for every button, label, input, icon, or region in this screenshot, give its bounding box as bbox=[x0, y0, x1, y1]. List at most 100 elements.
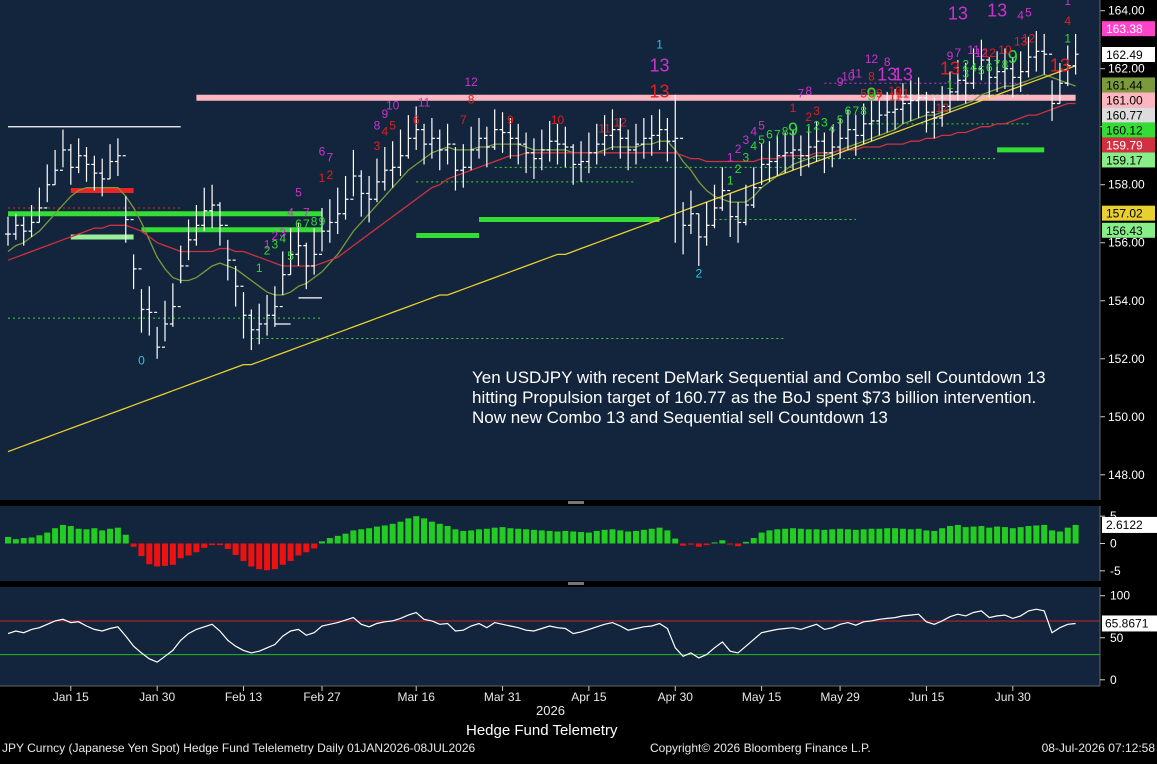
histogram-bar bbox=[452, 529, 459, 544]
histogram-bar bbox=[735, 543, 742, 547]
histogram-bar bbox=[381, 525, 388, 544]
demark-count-label: 8 bbox=[311, 214, 318, 228]
demark-count-label: 12 bbox=[464, 75, 478, 89]
histogram-bar bbox=[562, 530, 569, 544]
histogram-axis-label: 0 bbox=[1110, 537, 1117, 551]
histogram-bar bbox=[939, 528, 946, 544]
demark-count-label: 5 bbox=[295, 185, 302, 199]
histogram-bar bbox=[782, 528, 789, 544]
histogram-bar bbox=[585, 532, 592, 544]
histogram-bar bbox=[224, 543, 231, 549]
demark-count-label: 6 bbox=[413, 113, 420, 127]
demark-count-label: 5 bbox=[1025, 6, 1032, 20]
demark-count-label: 7 bbox=[460, 113, 467, 127]
histogram-bar bbox=[303, 543, 310, 553]
histogram-bar bbox=[507, 528, 514, 544]
histogram-bar bbox=[75, 528, 82, 544]
histogram-bar bbox=[334, 535, 341, 544]
demark-count-label: 13 bbox=[650, 56, 670, 76]
price-axis-label: 154.00 bbox=[1108, 294, 1145, 308]
histogram-bar bbox=[986, 527, 993, 544]
histogram-bar bbox=[5, 536, 11, 544]
histogram-bar bbox=[915, 528, 922, 544]
demark-count-label: 4 bbox=[970, 61, 977, 75]
x-axis-label: Jun 30 bbox=[995, 690, 1031, 704]
demark-count-label: 4 bbox=[1017, 8, 1024, 22]
price-tag-label: 156.43 bbox=[1106, 224, 1143, 238]
price-tag-label: 159.79 bbox=[1106, 138, 1143, 152]
histogram-bar bbox=[797, 528, 804, 544]
histogram-bar bbox=[1033, 525, 1040, 544]
histogram-bar bbox=[373, 526, 380, 544]
histogram-bar bbox=[530, 529, 537, 544]
x-axis-label: Jan 15 bbox=[53, 690, 89, 704]
demark-count-label: 1 bbox=[805, 122, 812, 136]
histogram-bar bbox=[1049, 530, 1056, 544]
demark-count-label: 3 bbox=[743, 151, 750, 165]
price-axis-label: 152.00 bbox=[1108, 352, 1145, 366]
demark-count-label: 6 bbox=[845, 104, 852, 118]
demark-count-label: 7 bbox=[303, 206, 310, 220]
histogram-bar bbox=[852, 529, 859, 544]
demark-count-label: 13 bbox=[948, 3, 968, 23]
demark-count-label: 1 bbox=[1064, 0, 1071, 8]
demark-count-label: 7 bbox=[852, 104, 859, 118]
histogram-bar bbox=[397, 521, 404, 544]
demark-count-label: 8 bbox=[805, 84, 812, 98]
histogram-bar bbox=[1017, 527, 1024, 544]
histogram-bar bbox=[491, 527, 498, 544]
histogram-bar bbox=[436, 523, 443, 544]
histogram-axis-label: -5 bbox=[1110, 564, 1121, 578]
histogram-bar bbox=[83, 529, 90, 544]
oscillator-axis-label: 100 bbox=[1110, 589, 1130, 603]
price-tag-label: 163.38 bbox=[1106, 22, 1143, 36]
demark-count-label: 1 bbox=[256, 261, 263, 275]
histogram-bar bbox=[444, 526, 451, 544]
demark-count-label: 12 bbox=[1022, 32, 1036, 46]
demark-count-label: 5 bbox=[389, 119, 396, 133]
histogram-bar bbox=[994, 526, 1001, 544]
demark-count-label: 1 bbox=[727, 151, 734, 165]
panel-resize-handle[interactable] bbox=[568, 501, 584, 504]
oscillator-value-label: 65.8671 bbox=[1105, 616, 1149, 630]
demark-count-label: 9 bbox=[947, 49, 954, 63]
histogram-bar bbox=[719, 540, 726, 544]
demark-count-label: 9 bbox=[319, 214, 326, 228]
histogram-bar bbox=[476, 529, 482, 544]
panel-resize-handle[interactable] bbox=[568, 582, 584, 585]
histogram-bar bbox=[931, 530, 938, 544]
histogram-bar bbox=[790, 528, 796, 544]
histogram-bar bbox=[829, 529, 836, 544]
histogram-bar bbox=[358, 529, 365, 544]
demark-count-label: 4 bbox=[287, 206, 294, 220]
price-tag-label: 162.49 bbox=[1106, 48, 1143, 62]
price-axis-label: 148.00 bbox=[1108, 468, 1145, 482]
demark-count-label: 2 bbox=[272, 229, 279, 243]
histogram-bar bbox=[12, 539, 19, 544]
histogram-bar bbox=[923, 530, 930, 544]
histogram-bar bbox=[648, 528, 655, 544]
histogram-bar bbox=[295, 543, 302, 556]
demark-count-label: 3 bbox=[743, 133, 750, 147]
histogram-bar bbox=[209, 543, 216, 546]
demark-count-label: 13 bbox=[1050, 56, 1070, 76]
histogram-bar bbox=[656, 527, 663, 544]
histogram-bar bbox=[907, 529, 914, 544]
histogram-bar bbox=[884, 528, 891, 544]
histogram-bar bbox=[216, 543, 223, 546]
histogram-bar bbox=[954, 524, 961, 544]
histogram-bar bbox=[1025, 526, 1032, 544]
histogram-bar bbox=[962, 527, 969, 544]
demark-count-label: 5 bbox=[287, 249, 294, 263]
histogram-bar bbox=[727, 543, 734, 545]
price-axis-label: 164.00 bbox=[1108, 4, 1145, 18]
histogram-bar bbox=[185, 543, 192, 556]
demark-count-label: 7 bbox=[327, 151, 334, 165]
histogram-bar bbox=[813, 529, 820, 544]
histogram-bar bbox=[1001, 527, 1008, 544]
histogram-bar bbox=[326, 538, 333, 544]
histogram-bar bbox=[271, 543, 278, 570]
demark-count-label: 2 bbox=[327, 168, 334, 182]
histogram-bar bbox=[680, 543, 687, 546]
histogram-bar bbox=[538, 530, 545, 544]
